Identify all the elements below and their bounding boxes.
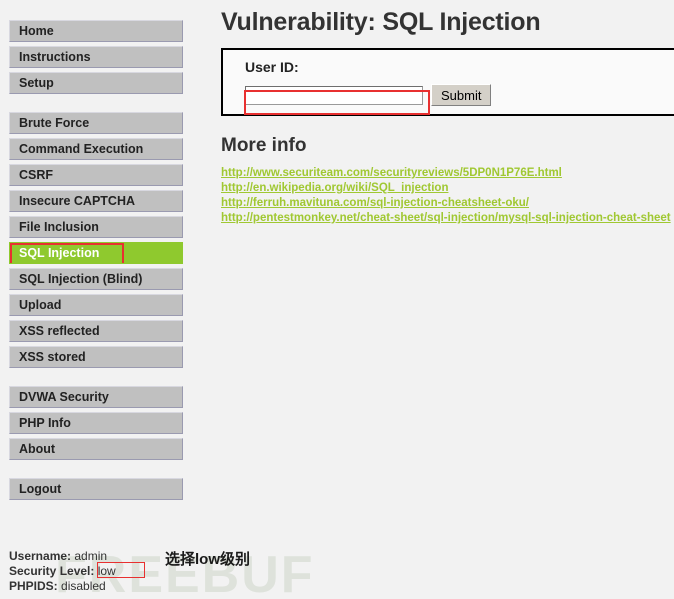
annotation-note-text: 选择low级别	[165, 551, 250, 568]
more-info-heading: More info	[221, 135, 307, 156]
sidebar-item-label: Instructions	[19, 50, 91, 64]
status-line-username: Username: admin	[9, 549, 116, 564]
user-id-input[interactable]	[245, 85, 423, 105]
more-info-link[interactable]: http://ferruh.mavituna.com/sql-injection…	[221, 196, 674, 211]
sidebar-item-label: PHP Info	[19, 416, 71, 430]
more-info-link[interactable]: http://en.wikipedia.org/wiki/SQL_injecti…	[221, 181, 674, 196]
username-label: Username:	[9, 549, 72, 563]
submit-button[interactable]: Submit	[431, 84, 492, 106]
sidebar-item-xss-reflected[interactable]: XSS reflected	[9, 320, 183, 342]
sidebar-item-about[interactable]: About	[9, 438, 183, 460]
user-id-form-row: Submit	[245, 84, 674, 106]
sidebar-item-label: Logout	[19, 482, 62, 496]
more-info-link[interactable]: http://pentestmonkey.net/cheat-sheet/sql…	[221, 211, 674, 226]
username-value: admin	[74, 549, 108, 563]
sidebar-item-upload[interactable]: Upload	[9, 294, 183, 316]
sidebar-item-csrf[interactable]: CSRF	[9, 164, 183, 186]
sidebar-item-file-inclusion[interactable]: File Inclusion	[9, 216, 183, 238]
sidebar-item-dvwa-security[interactable]: DVWA Security	[9, 386, 183, 408]
security-level-label: Security Level:	[9, 564, 95, 578]
dvwa-page: FREEBUF Home Instructions Setup Brute Fo…	[0, 0, 674, 599]
sidebar-item-home[interactable]: Home	[9, 20, 183, 42]
phpids-value: disabled	[61, 579, 106, 593]
sidebar-navigation: Home Instructions Setup Brute Force Comm…	[0, 0, 200, 500]
page-title: Vulnerability: SQL Injection	[221, 8, 541, 36]
more-info-link-list: http://www.securiteam.com/securityreview…	[221, 166, 674, 226]
sidebar-item-xss-stored[interactable]: XSS stored	[9, 346, 183, 368]
sidebar-item-label: SQL Injection (Blind)	[19, 272, 143, 286]
sidebar-item-label: Insecure CAPTCHA	[19, 194, 135, 208]
sidebar-item-logout[interactable]: Logout	[9, 478, 183, 500]
sidebar-item-sql-injection[interactable]: SQL Injection	[9, 242, 183, 264]
sidebar-item-label: Home	[19, 24, 54, 38]
main-content: Vulnerability: SQL Injection User ID: Su…	[221, 0, 674, 226]
user-id-label: User ID:	[245, 59, 299, 75]
sidebar-item-label: CSRF	[19, 168, 54, 182]
sidebar-item-label: Setup	[19, 76, 54, 90]
sidebar-item-php-info[interactable]: PHP Info	[9, 412, 183, 434]
sidebar-item-setup[interactable]: Setup	[9, 72, 183, 94]
nav-group-vulnerabilities: Brute Force Command Execution CSRF Insec…	[9, 112, 200, 368]
sidebar-item-label: Upload	[19, 298, 62, 312]
status-line-phpids: PHPIDS: disabled	[9, 579, 116, 594]
nav-group-primary: Home Instructions Setup	[9, 20, 200, 94]
phpids-label: PHPIDS:	[9, 579, 58, 593]
sidebar-item-label: DVWA Security	[19, 390, 109, 404]
sidebar-item-sql-injection-blind[interactable]: SQL Injection (Blind)	[9, 268, 183, 290]
nav-group-session: Logout	[9, 478, 200, 500]
sidebar-item-instructions[interactable]: Instructions	[9, 46, 183, 68]
nav-group-meta: DVWA Security PHP Info About	[9, 386, 200, 460]
sidebar-item-insecure-captcha[interactable]: Insecure CAPTCHA	[9, 190, 183, 212]
security-level-value: low	[97, 564, 116, 578]
more-info-link[interactable]: http://www.securiteam.com/securityreview…	[221, 166, 674, 181]
sidebar-item-label: About	[19, 442, 56, 456]
status-line-security-level: Security Level: low	[9, 562, 145, 579]
sidebar-item-label: Command Execution	[19, 142, 144, 156]
sidebar-item-brute-force[interactable]: Brute Force	[9, 112, 183, 134]
sidebar-item-label: XSS reflected	[19, 324, 100, 338]
sidebar-item-label: XSS stored	[19, 350, 86, 364]
sidebar-item-label: SQL Injection	[19, 246, 100, 260]
vulnerability-form-box: User ID: Submit	[221, 48, 674, 116]
sidebar-item-label: File Inclusion	[19, 220, 99, 234]
sidebar-item-label: Brute Force	[19, 116, 90, 130]
session-status: Username: admin Security Level: low PHPI…	[9, 549, 145, 594]
sidebar-item-command-execution[interactable]: Command Execution	[9, 138, 183, 160]
